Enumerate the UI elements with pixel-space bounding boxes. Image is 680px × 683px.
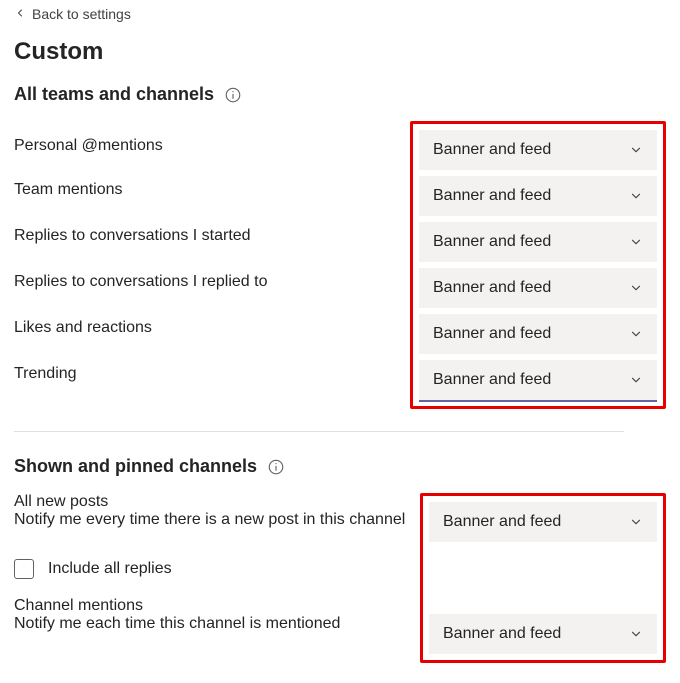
setting-sublabel: Notify me each time this channel is ment… <box>14 615 414 633</box>
setting-channel-mentions: Channel mentions Notify me each time thi… <box>14 597 414 645</box>
dropdown-replies-started[interactable]: Banner and feed <box>419 222 657 262</box>
chevron-down-icon <box>629 627 643 641</box>
setting-all-new-posts: All new posts Notify me every time there… <box>14 493 414 541</box>
dropdown-replies-replied[interactable]: Banner and feed <box>419 268 657 308</box>
page-title: Custom <box>14 38 666 66</box>
highlight-box-section2: Banner and feed Banner and feed <box>420 493 666 663</box>
setting-label-replies-started: Replies to conversations I started <box>14 213 404 259</box>
chevron-down-icon <box>629 143 643 157</box>
highlight-box-section1: Banner and feed Banner and feed Banner a… <box>410 121 666 409</box>
dropdown-value: Banner and feed <box>433 325 551 343</box>
dropdown-value: Banner and feed <box>433 141 551 159</box>
info-icon[interactable] <box>267 458 285 476</box>
dropdown-all-new-posts[interactable]: Banner and feed <box>429 502 657 542</box>
back-label: Back to settings <box>32 6 131 22</box>
setting-label-team-mentions: Team mentions <box>14 167 404 213</box>
section-heading-shown-pinned: Shown and pinned channels <box>14 456 666 477</box>
chevron-down-icon <box>629 281 643 295</box>
dropdown-value: Banner and feed <box>443 625 561 643</box>
checkbox-include-all-replies[interactable]: Include all replies <box>14 541 414 597</box>
section-heading-all-teams: All teams and channels <box>14 84 666 105</box>
info-icon[interactable] <box>224 86 242 104</box>
dropdown-channel-mentions[interactable]: Banner and feed <box>429 614 657 654</box>
setting-label: All new posts <box>14 493 414 511</box>
section-heading-text: Shown and pinned channels <box>14 456 257 477</box>
setting-label-trending: Trending <box>14 351 404 397</box>
chevron-down-icon <box>629 515 643 529</box>
dropdown-trending[interactable]: Banner and feed <box>419 360 657 400</box>
chevron-down-icon <box>629 327 643 341</box>
dropdown-value: Banner and feed <box>433 279 551 297</box>
dropdown-value: Banner and feed <box>443 513 561 531</box>
dropdown-value: Banner and feed <box>433 187 551 205</box>
dropdown-value: Banner and feed <box>433 371 551 389</box>
setting-label-personal-mentions: Personal @mentions <box>14 121 404 167</box>
setting-label-replies-replied: Replies to conversations I replied to <box>14 259 404 305</box>
section-divider <box>14 431 624 432</box>
checkbox-label: Include all replies <box>48 560 172 578</box>
dropdown-team-mentions[interactable]: Banner and feed <box>419 176 657 216</box>
back-to-settings-link[interactable]: Back to settings <box>14 0 666 28</box>
checkbox-icon <box>14 559 34 579</box>
chevron-down-icon <box>629 235 643 249</box>
dropdown-personal-mentions[interactable]: Banner and feed <box>419 130 657 170</box>
dropdown-value: Banner and feed <box>433 233 551 251</box>
chevron-down-icon <box>629 373 643 387</box>
chevron-down-icon <box>629 189 643 203</box>
chevron-left-icon <box>14 6 26 22</box>
spacer <box>429 542 657 614</box>
setting-label-likes-reactions: Likes and reactions <box>14 305 404 351</box>
setting-label: Channel mentions <box>14 597 414 615</box>
dropdown-likes-reactions[interactable]: Banner and feed <box>419 314 657 354</box>
section-heading-text: All teams and channels <box>14 84 214 105</box>
setting-sublabel: Notify me every time there is a new post… <box>14 511 414 529</box>
